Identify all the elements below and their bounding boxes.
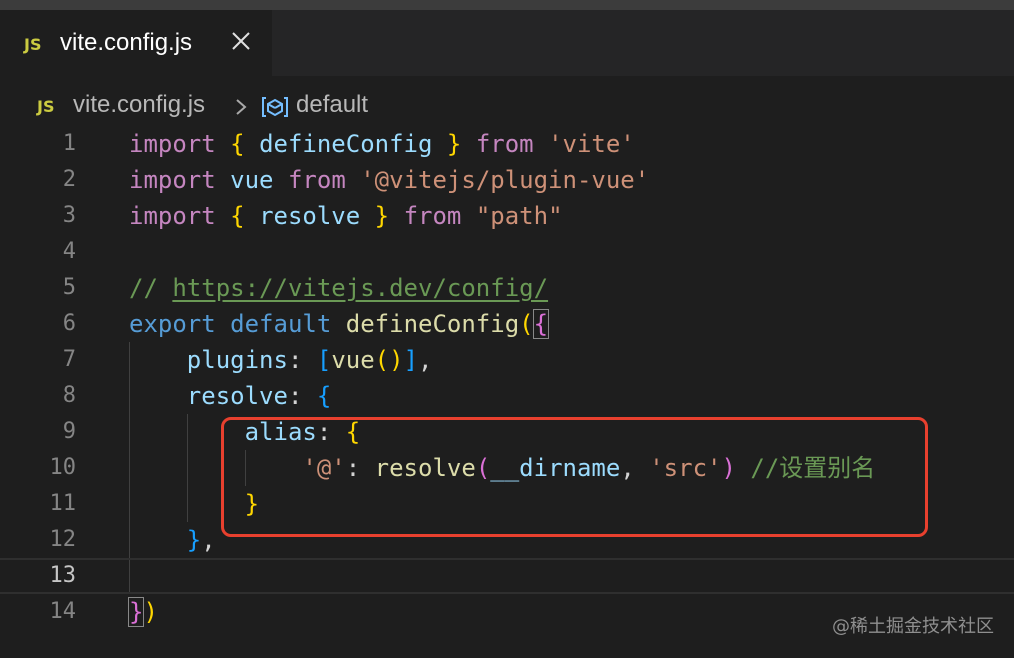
token-bracket: ( xyxy=(519,310,534,338)
code-text: }, xyxy=(129,522,216,558)
token-keyword: from xyxy=(287,166,346,194)
token-bracket-matched: } xyxy=(127,597,145,627)
token-punctuation: : xyxy=(287,346,303,374)
javascript-file-icon: JS xyxy=(37,97,55,116)
tab-title: vite.config.js xyxy=(60,29,193,56)
code-line-13-current[interactable]: 13 xyxy=(0,558,1014,594)
token-bracket: } xyxy=(186,526,202,554)
watermark: @稀土掘金技术社区 xyxy=(832,616,994,637)
token-comment-link: https://vitejs.dev/config/ xyxy=(172,274,549,302)
token-keyword: import xyxy=(129,166,216,194)
code-text: // https://vitejs.dev/config/ xyxy=(129,270,548,306)
close-icon[interactable] xyxy=(228,28,254,54)
tab-vite-config[interactable]: JS vite.config.js xyxy=(0,10,272,76)
token-bracket: { xyxy=(230,130,245,158)
line-number: 9 xyxy=(62,419,76,444)
token-punctuation: : xyxy=(287,382,303,410)
code-line-6[interactable]: 6 export default defineConfig({ xyxy=(0,306,1014,342)
line-number: 13 xyxy=(49,563,77,588)
token-bracket: () xyxy=(374,346,404,374)
token-string: 'vite' xyxy=(548,130,635,158)
code-text: resolve: { xyxy=(129,378,332,414)
token-property: resolve xyxy=(186,382,288,410)
javascript-file-icon: JS xyxy=(24,35,42,54)
line-number: 4 xyxy=(62,239,76,264)
token-punctuation: , xyxy=(418,346,433,374)
code-line-7[interactable]: 7 plugins: [vue()], xyxy=(0,342,1014,378)
token-function: vue xyxy=(331,346,375,374)
code-text: export default defineConfig({ xyxy=(129,306,550,342)
token-identifier: defineConfig xyxy=(259,130,433,158)
code-text: import { resolve } from "path" xyxy=(129,198,563,234)
line-number: 8 xyxy=(62,383,76,408)
code-line-1[interactable]: 1 import { defineConfig } from 'vite' xyxy=(0,126,1014,162)
code-line-4[interactable]: 4 xyxy=(0,234,1014,270)
editor-window: JS vite.config.js JS vite.config.js defa… xyxy=(0,0,1014,658)
token-keyword: default xyxy=(230,310,332,338)
code-text: import vue from '@vitejs/plugin-vue' xyxy=(129,162,649,198)
token-bracket: { xyxy=(230,202,245,230)
line-number: 10 xyxy=(49,455,77,480)
line-number: 11 xyxy=(49,491,77,516)
token-bracket: } xyxy=(374,202,390,230)
breadcrumb: JS vite.config.js default xyxy=(0,76,1014,130)
token-identifier: vue xyxy=(230,166,274,194)
line-number: 3 xyxy=(62,203,76,228)
token-bracket-matched: { xyxy=(532,309,550,339)
token-bracket: ] xyxy=(403,346,419,374)
token-bracket: [ xyxy=(316,346,332,374)
token-bracket: { xyxy=(316,382,332,410)
token-keyword: import xyxy=(129,130,216,158)
line-number: 1 xyxy=(62,131,76,156)
token-identifier: resolve xyxy=(259,202,361,230)
chevron-right-icon xyxy=(236,99,247,115)
token-keyword: from xyxy=(403,202,462,230)
token-keyword: import xyxy=(129,202,216,230)
token-keyword: from xyxy=(475,130,534,158)
tab-bar: JS vite.config.js xyxy=(0,0,1014,76)
line-number: 2 xyxy=(62,167,76,192)
token-punctuation: , xyxy=(201,526,216,554)
token-comment: // xyxy=(129,274,158,302)
token-function: defineConfig xyxy=(345,310,520,338)
code-editor[interactable]: 1 import { defineConfig } from 'vite' 2 … xyxy=(0,126,1014,658)
token-string: '@vitejs/plugin-vue' xyxy=(360,166,650,194)
highlight-annotation-box xyxy=(221,417,928,537)
code-text: plugins: [vue()], xyxy=(129,342,433,378)
line-number: 12 xyxy=(49,527,77,552)
code-line-2[interactable]: 2 import vue from '@vitejs/plugin-vue' xyxy=(0,162,1014,198)
code-text: }) xyxy=(127,594,158,630)
token-string: "path" xyxy=(475,202,563,230)
code-line-8[interactable]: 8 resolve: { xyxy=(0,378,1014,414)
breadcrumb-file[interactable]: vite.config.js xyxy=(73,91,205,119)
code-line-3[interactable]: 3 import { resolve } from "path" xyxy=(0,198,1014,234)
code-line-5[interactable]: 5 // https://vitejs.dev/config/ xyxy=(0,270,1014,306)
line-number: 5 xyxy=(62,275,76,300)
token-bracket: } xyxy=(446,130,462,158)
symbol-variable-icon xyxy=(262,97,288,117)
breadcrumb-symbol[interactable]: default xyxy=(296,91,368,119)
code-text: import { defineConfig } from 'vite' xyxy=(129,126,635,162)
line-number: 6 xyxy=(62,311,76,336)
line-number: 7 xyxy=(62,347,76,372)
token-bracket: ) xyxy=(143,598,158,626)
token-keyword: export xyxy=(129,310,216,338)
token-property: plugins xyxy=(186,346,288,374)
line-number: 14 xyxy=(49,599,77,624)
